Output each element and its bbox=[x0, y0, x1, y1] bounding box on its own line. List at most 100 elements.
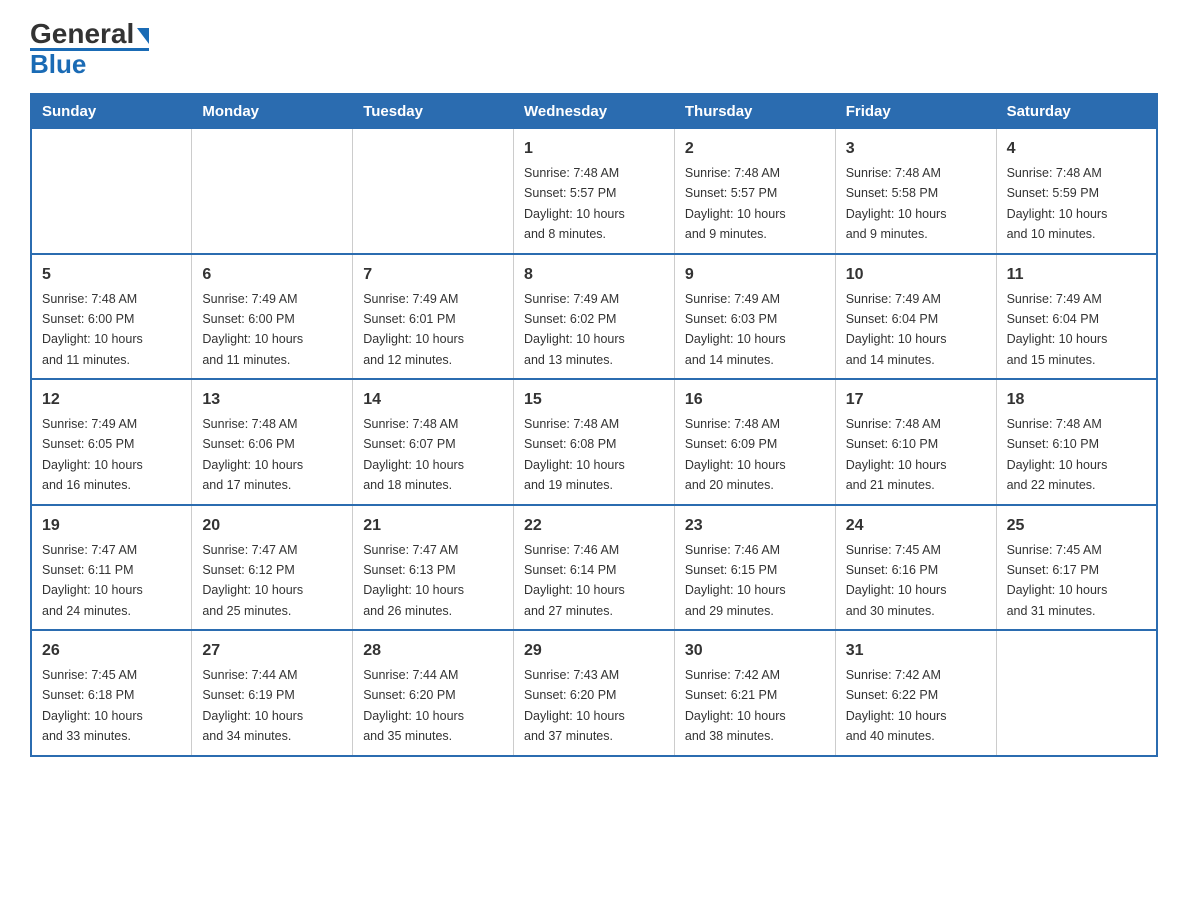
calendar-cell: 11 Sunrise: 7:49 AMSunset: 6:04 PMDayligh… bbox=[996, 254, 1157, 380]
calendar-cell: 4Sunrise: 7:48 AMSunset: 5:59 PMDaylight… bbox=[996, 129, 1157, 254]
day-number: 2 bbox=[685, 137, 825, 161]
day-info: Sunrise: 7:49 AMSunset: 6:05 PMDaylight:… bbox=[42, 417, 143, 492]
weekday-header: Friday bbox=[835, 94, 996, 129]
day-number: 12 bbox=[42, 388, 181, 412]
day-info: Sunrise: 7:42 AMSunset: 6:21 PMDaylight:… bbox=[685, 668, 786, 743]
calendar-cell: 5 Sunrise: 7:48 AMSunset: 6:00 PMDaylight… bbox=[31, 254, 192, 380]
calendar-cell: 7 Sunrise: 7:49 AMSunset: 6:01 PMDaylight… bbox=[353, 254, 514, 380]
day-info: Sunrise: 7:49 AMSunset: 6:00 PMDaylight:… bbox=[202, 292, 303, 367]
day-info: Sunrise: 7:48 AMSunset: 6:07 PMDaylight:… bbox=[363, 417, 464, 492]
day-number: 30 bbox=[685, 639, 825, 663]
calendar-cell: 21 Sunrise: 7:47 AMSunset: 6:13 PMDayligh… bbox=[353, 505, 514, 631]
day-info: Sunrise: 7:49 AMSunset: 6:04 PMDaylight:… bbox=[1007, 292, 1108, 367]
day-info: Sunrise: 7:46 AMSunset: 6:14 PMDaylight:… bbox=[524, 543, 625, 618]
logo-text: General bbox=[30, 20, 134, 48]
calendar-cell: 26 Sunrise: 7:45 AMSunset: 6:18 PMDayligh… bbox=[31, 630, 192, 756]
day-info: Sunrise: 7:44 AMSunset: 6:19 PMDaylight:… bbox=[202, 668, 303, 743]
weekday-header: Sunday bbox=[31, 94, 192, 129]
day-number: 15 bbox=[524, 388, 664, 412]
day-number: 5 bbox=[42, 263, 181, 287]
day-info: Sunrise: 7:48 AMSunset: 6:00 PMDaylight:… bbox=[42, 292, 143, 367]
day-info: Sunrise: 7:48 AMSunset: 5:59 PMDaylight:… bbox=[1007, 166, 1108, 241]
weekday-header: Monday bbox=[192, 94, 353, 129]
calendar-cell: 20 Sunrise: 7:47 AMSunset: 6:12 PMDayligh… bbox=[192, 505, 353, 631]
day-number: 16 bbox=[685, 388, 825, 412]
calendar-cell: 27 Sunrise: 7:44 AMSunset: 6:19 PMDayligh… bbox=[192, 630, 353, 756]
calendar-cell: 23Sunrise: 7:46 AMSunset: 6:15 PMDayligh… bbox=[674, 505, 835, 631]
calendar-cell: 18 Sunrise: 7:48 AMSunset: 6:10 PMDayligh… bbox=[996, 379, 1157, 505]
day-number: 25 bbox=[1007, 514, 1146, 538]
day-number: 18 bbox=[1007, 388, 1146, 412]
calendar-cell: 12 Sunrise: 7:49 AMSunset: 6:05 PMDayligh… bbox=[31, 379, 192, 505]
calendar-week-row: 1 Sunrise: 7:48 AMSunset: 5:57 PMDaylight… bbox=[31, 129, 1157, 254]
day-info: Sunrise: 7:46 AMSunset: 6:15 PMDaylight:… bbox=[685, 543, 786, 618]
day-number: 22 bbox=[524, 514, 664, 538]
calendar-cell bbox=[353, 129, 514, 254]
day-number: 1 bbox=[524, 137, 664, 161]
weekday-header: Thursday bbox=[674, 94, 835, 129]
day-info: Sunrise: 7:48 AMSunset: 6:08 PMDaylight:… bbox=[524, 417, 625, 492]
day-number: 21 bbox=[363, 514, 503, 538]
calendar-cell: 10 Sunrise: 7:49 AMSunset: 6:04 PMDayligh… bbox=[835, 254, 996, 380]
day-info: Sunrise: 7:48 AMSunset: 5:57 PMDaylight:… bbox=[524, 166, 625, 241]
day-info: Sunrise: 7:45 AMSunset: 6:18 PMDaylight:… bbox=[42, 668, 143, 743]
day-info: Sunrise: 7:48 AMSunset: 6:09 PMDaylight:… bbox=[685, 417, 786, 492]
day-info: Sunrise: 7:48 AMSunset: 6:06 PMDaylight:… bbox=[202, 417, 303, 492]
calendar-cell: 25 Sunrise: 7:45 AMSunset: 6:17 PMDayligh… bbox=[996, 505, 1157, 631]
day-number: 19 bbox=[42, 514, 181, 538]
calendar-body: 1 Sunrise: 7:48 AMSunset: 5:57 PMDaylight… bbox=[31, 129, 1157, 756]
day-info: Sunrise: 7:49 AMSunset: 6:01 PMDaylight:… bbox=[363, 292, 464, 367]
day-number: 26 bbox=[42, 639, 181, 663]
calendar-cell: 6Sunrise: 7:49 AMSunset: 6:00 PMDaylight… bbox=[192, 254, 353, 380]
day-number: 13 bbox=[202, 388, 342, 412]
logo-blue-text: Blue bbox=[30, 51, 86, 77]
calendar-cell: 16 Sunrise: 7:48 AMSunset: 6:09 PMDayligh… bbox=[674, 379, 835, 505]
day-number: 10 bbox=[846, 263, 986, 287]
day-number: 20 bbox=[202, 514, 342, 538]
day-number: 14 bbox=[363, 388, 503, 412]
calendar-cell bbox=[996, 630, 1157, 756]
calendar-cell bbox=[31, 129, 192, 254]
calendar-table: SundayMondayTuesdayWednesdayThursdayFrid… bbox=[30, 93, 1158, 757]
calendar-cell: 2 Sunrise: 7:48 AMSunset: 5:57 PMDaylight… bbox=[674, 129, 835, 254]
calendar-cell: 3Sunrise: 7:48 AMSunset: 5:58 PMDaylight… bbox=[835, 129, 996, 254]
calendar-cell: 30 Sunrise: 7:42 AMSunset: 6:21 PMDayligh… bbox=[674, 630, 835, 756]
day-info: Sunrise: 7:48 AMSunset: 5:57 PMDaylight:… bbox=[685, 166, 786, 241]
day-number: 3 bbox=[846, 137, 986, 161]
day-number: 31 bbox=[846, 639, 986, 663]
calendar-cell: 19 Sunrise: 7:47 AMSunset: 6:11 PMDayligh… bbox=[31, 505, 192, 631]
day-number: 8 bbox=[524, 263, 664, 287]
calendar-cell: 31 Sunrise: 7:42 AMSunset: 6:22 PMDayligh… bbox=[835, 630, 996, 756]
calendar-cell: 1 Sunrise: 7:48 AMSunset: 5:57 PMDaylight… bbox=[514, 129, 675, 254]
day-info: Sunrise: 7:48 AMSunset: 6:10 PMDaylight:… bbox=[1007, 417, 1108, 492]
day-number: 24 bbox=[846, 514, 986, 538]
day-info: Sunrise: 7:49 AMSunset: 6:03 PMDaylight:… bbox=[685, 292, 786, 367]
day-number: 17 bbox=[846, 388, 986, 412]
day-info: Sunrise: 7:47 AMSunset: 6:13 PMDaylight:… bbox=[363, 543, 464, 618]
day-number: 11 bbox=[1007, 263, 1146, 287]
day-number: 27 bbox=[202, 639, 342, 663]
calendar-cell: 8Sunrise: 7:49 AMSunset: 6:02 PMDaylight… bbox=[514, 254, 675, 380]
day-info: Sunrise: 7:47 AMSunset: 6:12 PMDaylight:… bbox=[202, 543, 303, 618]
day-number: 7 bbox=[363, 263, 503, 287]
calendar-cell: 24 Sunrise: 7:45 AMSunset: 6:16 PMDayligh… bbox=[835, 505, 996, 631]
calendar-cell bbox=[192, 129, 353, 254]
calendar-week-row: 5 Sunrise: 7:48 AMSunset: 6:00 PMDaylight… bbox=[31, 254, 1157, 380]
calendar-header: SundayMondayTuesdayWednesdayThursdayFrid… bbox=[31, 94, 1157, 129]
day-info: Sunrise: 7:43 AMSunset: 6:20 PMDaylight:… bbox=[524, 668, 625, 743]
day-info: Sunrise: 7:48 AMSunset: 6:10 PMDaylight:… bbox=[846, 417, 947, 492]
calendar-cell: 15 Sunrise: 7:48 AMSunset: 6:08 PMDayligh… bbox=[514, 379, 675, 505]
day-info: Sunrise: 7:45 AMSunset: 6:16 PMDaylight:… bbox=[846, 543, 947, 618]
calendar-week-row: 12 Sunrise: 7:49 AMSunset: 6:05 PMDayligh… bbox=[31, 379, 1157, 505]
day-info: Sunrise: 7:42 AMSunset: 6:22 PMDaylight:… bbox=[846, 668, 947, 743]
weekday-header: Wednesday bbox=[514, 94, 675, 129]
day-info: Sunrise: 7:47 AMSunset: 6:11 PMDaylight:… bbox=[42, 543, 143, 618]
day-info: Sunrise: 7:45 AMSunset: 6:17 PMDaylight:… bbox=[1007, 543, 1108, 618]
weekday-header-row: SundayMondayTuesdayWednesdayThursdayFrid… bbox=[31, 94, 1157, 129]
calendar-cell: 17 Sunrise: 7:48 AMSunset: 6:10 PMDayligh… bbox=[835, 379, 996, 505]
calendar-week-row: 26 Sunrise: 7:45 AMSunset: 6:18 PMDayligh… bbox=[31, 630, 1157, 756]
calendar-cell: 9Sunrise: 7:49 AMSunset: 6:03 PMDaylight… bbox=[674, 254, 835, 380]
day-info: Sunrise: 7:49 AMSunset: 6:04 PMDaylight:… bbox=[846, 292, 947, 367]
day-info: Sunrise: 7:44 AMSunset: 6:20 PMDaylight:… bbox=[363, 668, 464, 743]
calendar-cell: 28Sunrise: 7:44 AMSunset: 6:20 PMDayligh… bbox=[353, 630, 514, 756]
